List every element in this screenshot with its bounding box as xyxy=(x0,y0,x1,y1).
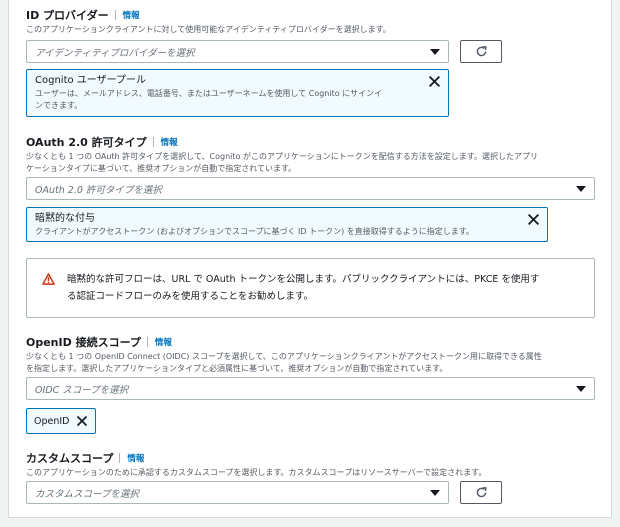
custom-scope-info-link[interactable]: 情報 xyxy=(127,452,144,464)
warning-line: る認証コードフローのみを使用することをお勧めします。 xyxy=(67,291,314,302)
caret-down-icon xyxy=(576,386,586,392)
warning-line: 暗黙的な許可フローは、URL で OAuth トークンを公開します。パブリックク… xyxy=(67,274,540,285)
separator xyxy=(114,10,116,20)
id-provider-refresh-button[interactable] xyxy=(460,40,502,63)
id-provider-select-placeholder: アイデンティティプロバイダーを選択 xyxy=(35,47,195,59)
chip-label: OpenID xyxy=(34,415,70,427)
openid-info-link[interactable]: 情報 xyxy=(155,336,172,348)
close-icon[interactable] xyxy=(527,213,540,226)
oidc-select-placeholder: OIDC スコープを選択 xyxy=(35,384,129,396)
token-title: 暗黙的な付与 xyxy=(35,213,95,224)
id-provider-info-link[interactable]: 情報 xyxy=(123,9,140,21)
token-description: クライアントがアクセストークン (およびオプションでスコープに基づく ID トー… xyxy=(35,227,474,236)
custom-scope-description: このアプリケーションのために承認するカスタムスコープを選択します。カスタムスコー… xyxy=(26,468,487,477)
refresh-icon xyxy=(476,487,487,498)
id-provider-label: ID プロバイダー xyxy=(26,9,109,22)
description-line: 少なくとも 1 つの OpenID Connect (OIDC) スコープを選択… xyxy=(26,352,542,361)
token-description: ユーザーは、メールアドレス、電話番号、またはユーザーネームを使用して Cogni… xyxy=(35,88,440,112)
close-icon[interactable] xyxy=(76,415,88,427)
description-line: 少なくとも 1 つの OAuth 許可タイプを選択して、Cognito がこのア… xyxy=(26,152,538,161)
custom-scope-label: カスタムスコープ xyxy=(26,452,114,465)
oauth-description: 少なくとも 1 つの OAuth 許可タイプを選択して、Cognito がこのア… xyxy=(26,151,538,175)
oauth-label: OAuth 2.0 許可タイプ xyxy=(26,136,147,149)
openid-section: OpenID 接続スコープ 情報 少なくとも 1 つの OpenID Conne… xyxy=(26,334,542,375)
id-provider-select[interactable]: アイデンティティプロバイダーを選択 xyxy=(26,40,449,63)
openid-scope-chip: OpenID xyxy=(26,408,96,434)
id-provider-description: このアプリケーションクライアントに対して使用可能なアイデンティティプロバイダーを… xyxy=(26,25,391,34)
cognito-user-pool-token: Cognito ユーザープール ユーザーは、メールアドレス、電話番号、またはユー… xyxy=(26,69,449,117)
caret-down-icon xyxy=(576,186,586,192)
custom-scope-section: カスタムスコープ 情報 このアプリケーションのために承認するカスタムスコープを選… xyxy=(26,450,486,479)
custom-scope-select-placeholder: カスタムスコープを選択 xyxy=(35,488,139,500)
close-icon[interactable] xyxy=(428,75,441,88)
token-description-line: ンできます。 xyxy=(35,101,83,110)
oauth-select-placeholder: OAuth 2.0 許可タイプを選択 xyxy=(35,184,162,196)
caret-down-icon xyxy=(430,490,440,496)
refresh-icon xyxy=(476,46,487,57)
implicit-grant-warning: 暗黙的な許可フローは、URL で OAuth トークンを公開します。パブリックク… xyxy=(26,258,595,318)
custom-scope-select[interactable]: カスタムスコープを選択 xyxy=(26,481,449,504)
warning-text: 暗黙的な許可フローは、URL で OAuth トークンを公開します。パブリックク… xyxy=(67,271,582,305)
oauth-info-link[interactable]: 情報 xyxy=(161,136,178,148)
custom-scope-refresh-button[interactable] xyxy=(460,481,502,504)
implicit-grant-token: 暗黙的な付与 クライアントがアクセストークン (およびオプションでスコープに基づ… xyxy=(26,207,548,242)
app-client-settings-panel: ID プロバイダー 情報 このアプリケーションクライアントに対して使用可能なアイ… xyxy=(8,0,612,518)
caret-down-icon xyxy=(430,49,440,55)
token-title: Cognito ユーザープール xyxy=(35,75,146,86)
openid-description: 少なくとも 1 つの OpenID Connect (OIDC) スコープを選択… xyxy=(26,351,542,375)
openid-label: OpenID 接続スコープ xyxy=(26,336,141,349)
separator xyxy=(119,453,121,463)
id-provider-section: ID プロバイダー 情報 このアプリケーションクライアントに対して使用可能なアイ… xyxy=(26,7,391,36)
description-line: ケーションタイプに基づいて、推奨オプションが自動で指定されています。 xyxy=(26,164,297,173)
token-description-line: ユーザーは、メールアドレス、電話番号、またはユーザーネームを使用して Cogni… xyxy=(35,89,383,98)
oidc-scope-select[interactable]: OIDC スコープを選択 xyxy=(26,377,595,400)
description-line: を指定します。選択したアプリケーションタイプと必須属性に基づいて、推奨オプション… xyxy=(26,364,448,373)
oauth-section: OAuth 2.0 許可タイプ 情報 少なくとも 1 つの OAuth 許可タイ… xyxy=(26,134,538,175)
oauth-grant-type-select[interactable]: OAuth 2.0 許可タイプを選択 xyxy=(26,177,595,200)
warning-icon xyxy=(42,273,55,285)
separator xyxy=(146,337,148,347)
separator xyxy=(152,137,154,147)
